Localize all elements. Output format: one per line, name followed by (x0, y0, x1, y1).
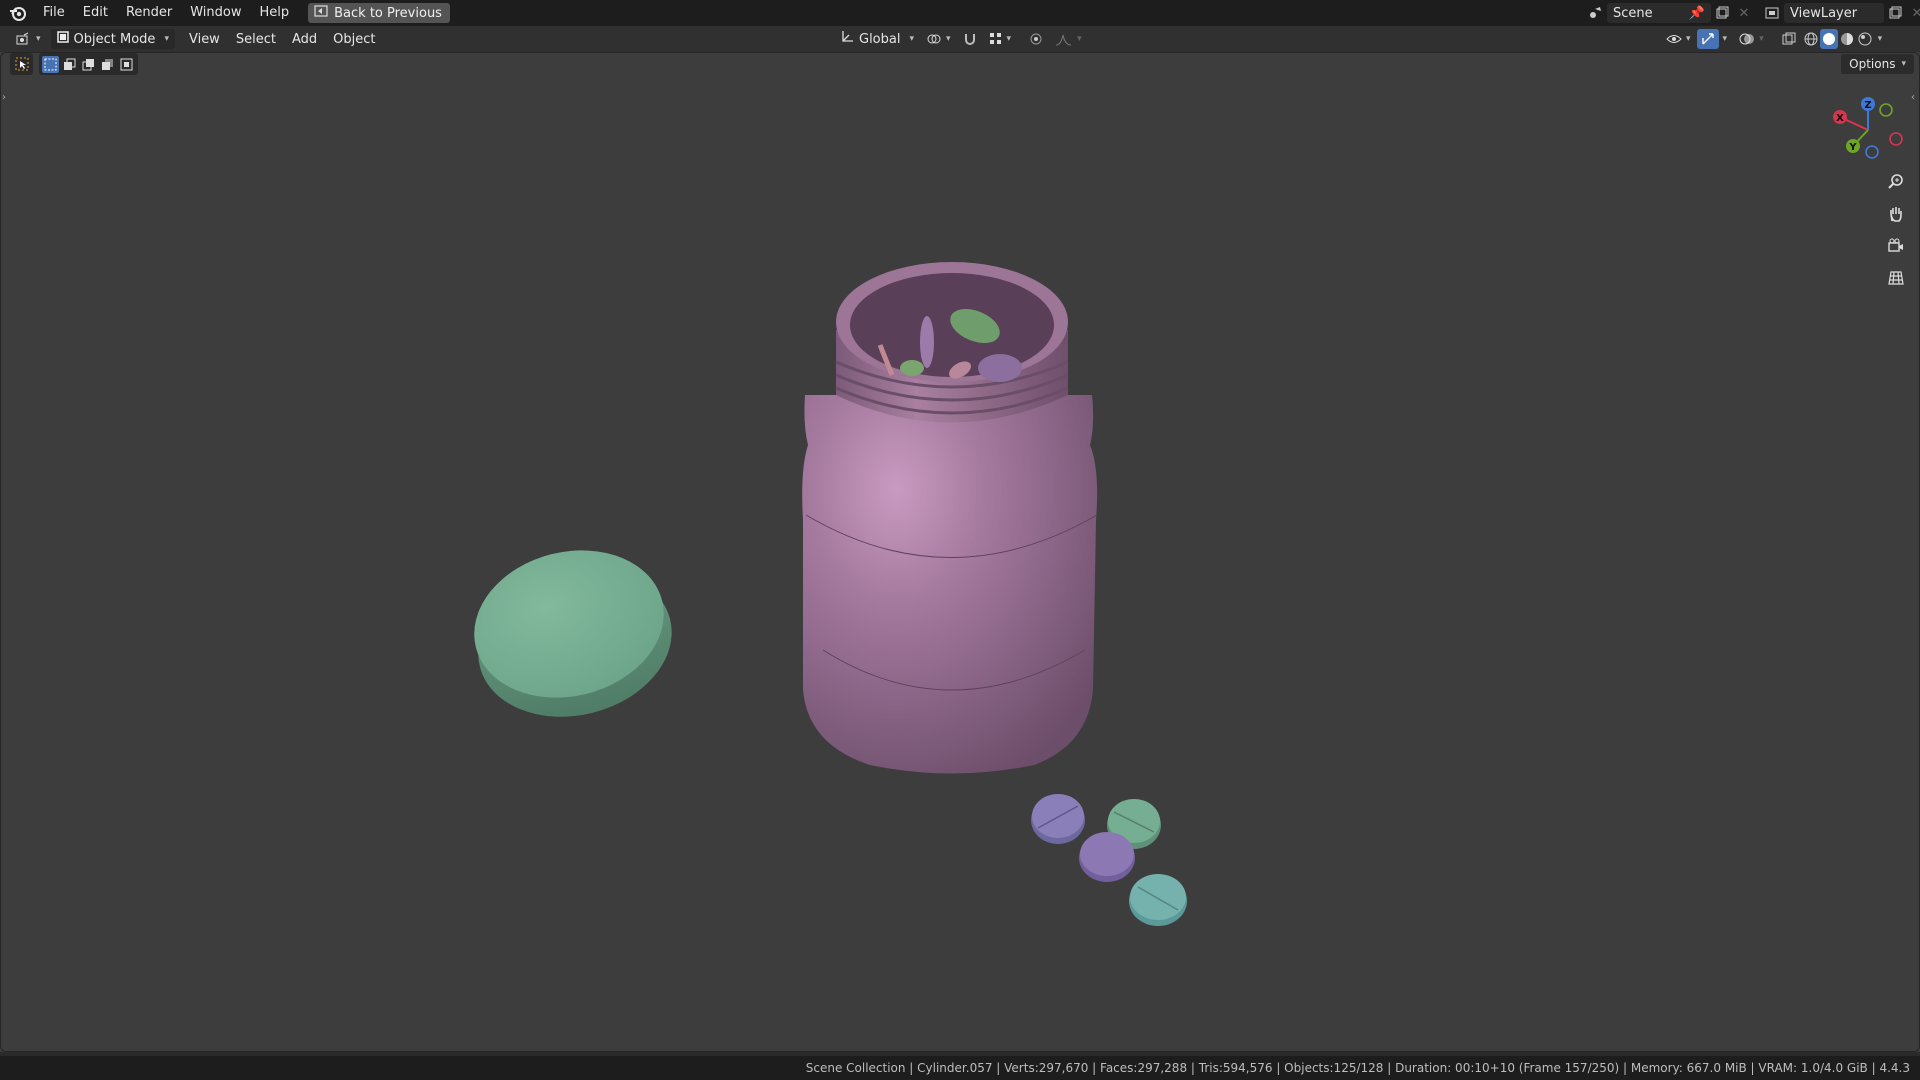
blender-logo-icon[interactable] (8, 4, 28, 22)
back-to-previous-button[interactable]: Back to Previous (308, 3, 450, 23)
object-mode-label: Object Mode (73, 31, 156, 47)
pivot-icon[interactable]: ▾ (920, 29, 957, 49)
menu-help[interactable]: Help (251, 0, 299, 26)
view-layer-selector: ViewLayer ✕ (1762, 3, 1920, 23)
menu-file[interactable]: File (34, 0, 74, 26)
editor-type-icon[interactable]: ▾ (10, 29, 47, 49)
pill-3[interactable] (1079, 832, 1135, 882)
scene-name-field[interactable]: Scene 📌 (1607, 3, 1711, 23)
proportional-icon[interactable] (1023, 29, 1049, 49)
menu-window[interactable]: Window (181, 0, 250, 26)
scene-type-icon[interactable] (1585, 3, 1607, 23)
gizmo-icon[interactable] (1696, 29, 1719, 49)
top-bar: File Edit Render Window Help Back to Pre… (0, 0, 1920, 26)
scene-render (458, 262, 1187, 926)
overlay-icon[interactable]: ▾ (1733, 29, 1770, 49)
menu-select[interactable]: Select (230, 29, 282, 49)
scene-selector: Scene 📌 ✕ (1585, 3, 1755, 23)
pill-1[interactable] (1031, 794, 1085, 844)
snap-icon[interactable] (957, 29, 983, 49)
menu-edit[interactable]: Edit (74, 0, 117, 26)
new-view-layer-icon[interactable] (1884, 3, 1906, 23)
object-mode-icon (56, 31, 69, 47)
object-mode-select[interactable]: Object Mode ▾ (50, 29, 175, 49)
wireframe-shading-icon[interactable] (1802, 29, 1820, 49)
xray-icon[interactable] (1776, 29, 1802, 49)
new-scene-icon[interactable] (1711, 3, 1733, 23)
status-bar: Scene Collection | Cylinder.057 | Verts:… (0, 1056, 1920, 1080)
close-icon[interactable]: ✕ (1733, 3, 1755, 23)
material-shading-icon[interactable] (1838, 29, 1856, 49)
status-info: Scene Collection | Cylinder.057 | Verts:… (805, 1061, 1910, 1075)
orientation-icon (840, 30, 854, 48)
loose-pills[interactable] (1031, 794, 1187, 926)
rendered-shading-icon[interactable] (1856, 29, 1874, 49)
close-view-layer-icon[interactable]: ✕ (1906, 3, 1920, 23)
menu-view[interactable]: View (183, 29, 226, 49)
snap-target-icon[interactable]: ▾ (983, 29, 1018, 49)
pill-jar[interactable] (802, 262, 1098, 774)
back-icon (314, 5, 328, 21)
falloff-icon[interactable]: ▾ (1049, 29, 1088, 49)
menu-object[interactable]: Object (327, 29, 381, 49)
scene-name: Scene (1613, 5, 1653, 21)
bottle-lid[interactable] (458, 531, 687, 737)
view-layer-field[interactable]: ViewLayer (1784, 3, 1884, 23)
gizmo-dropdown[interactable]: ▾ (1723, 34, 1728, 44)
visibility-icon[interactable]: ▾ (1660, 29, 1697, 49)
solid-shading-icon[interactable] (1819, 29, 1838, 49)
pill-4[interactable] (1129, 874, 1187, 926)
menu-add[interactable]: Add (286, 29, 323, 49)
view-layer-icon[interactable] (1762, 3, 1784, 23)
orientation-label: Global (859, 31, 901, 47)
pin-icon[interactable]: 📌 (1689, 6, 1705, 21)
viewport-header: ▾ Object Mode ▾ View Select Add Object G… (0, 26, 1920, 52)
transform-orientation-select[interactable]: Global ▾ (834, 29, 920, 49)
back-to-previous-label: Back to Previous (334, 5, 442, 21)
shading-dropdown[interactable]: ▾ (1878, 34, 1883, 44)
menu-render[interactable]: Render (117, 0, 181, 26)
view-layer-name: ViewLayer (1790, 5, 1858, 21)
